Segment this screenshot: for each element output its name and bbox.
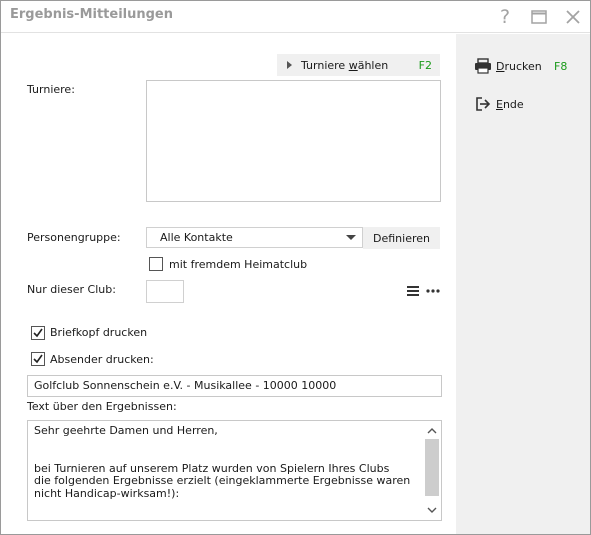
- club-input[interactable]: [146, 280, 184, 303]
- checkmark-icon: [33, 328, 43, 338]
- sender-value: Golfclub Sonnenschein e.V. - Musikallee …: [34, 379, 337, 392]
- window-title: Ergebnis-Mitteilungen: [10, 7, 174, 22]
- print-label: Drucken: [496, 59, 542, 73]
- close-button[interactable]: [560, 5, 586, 29]
- maximize-icon: [531, 10, 547, 24]
- dialog-window: Ergebnis-Mitteilungen ? Turniere wählen …: [0, 0, 591, 535]
- text-above-value: Sehr geehrte Damen und Herren, bei Turni…: [34, 424, 411, 500]
- person-group-select[interactable]: Alle Kontakte: [146, 227, 363, 248]
- exit-button[interactable]: Ende: [474, 93, 584, 115]
- help-button[interactable]: ?: [492, 5, 518, 29]
- sender-input[interactable]: Golfclub Sonnenschein e.V. - Musikallee …: [27, 375, 442, 397]
- checkmark-icon: [33, 354, 43, 364]
- exit-icon: [474, 95, 492, 113]
- list-icon: [407, 286, 419, 296]
- print-button[interactable]: Drucken F8: [474, 55, 584, 77]
- more-button[interactable]: [423, 281, 443, 301]
- letterhead-label: Briefkopf drucken: [50, 326, 148, 339]
- person-group-label: Personengruppe:: [27, 231, 121, 244]
- help-icon: ?: [499, 6, 511, 28]
- tournaments-label: Turniere:: [27, 83, 75, 96]
- chevron-up-icon[interactable]: [427, 426, 437, 436]
- tournaments-list[interactable]: [146, 80, 441, 202]
- foreign-club-label: mit fremdem Heimatclub: [169, 258, 308, 271]
- shortcut-f8: F8: [554, 59, 568, 73]
- printer-icon: [474, 57, 492, 75]
- chevron-down-icon[interactable]: [427, 505, 437, 515]
- define-button[interactable]: Definieren: [363, 227, 440, 249]
- form-area: Turniere wählen F2 Turniere: Personengru…: [1, 34, 456, 534]
- exit-label: Ende: [496, 97, 524, 111]
- sender-checkbox[interactable]: [31, 352, 45, 366]
- vertical-scrollbar[interactable]: [424, 422, 440, 519]
- select-tournaments-button[interactable]: Turniere wählen F2: [277, 54, 440, 76]
- foreign-club-checkbox[interactable]: [149, 257, 163, 271]
- action-sidebar: Drucken F8 Ende: [456, 34, 590, 534]
- text-above-textarea[interactable]: Sehr geehrte Damen und Herren, bei Turni…: [27, 420, 442, 521]
- list-button[interactable]: [403, 281, 423, 301]
- maximize-button[interactable]: [526, 5, 552, 29]
- letterhead-checkbox[interactable]: [31, 326, 45, 340]
- more-icon: [426, 289, 440, 293]
- text-above-label: Text über den Ergebnissen:: [27, 400, 177, 413]
- title-bar: Ergebnis-Mitteilungen ?: [1, 1, 590, 33]
- club-label: Nur dieser Club:: [27, 283, 116, 296]
- select-tournaments-label: Turniere wählen: [301, 58, 389, 72]
- play-arrow-icon: [287, 61, 292, 69]
- shortcut-f2: F2: [418, 58, 432, 72]
- close-icon: [566, 10, 580, 24]
- sender-label: Absender drucken:: [50, 353, 154, 366]
- person-group-value: Alle Kontakte: [160, 231, 233, 244]
- scroll-thumb[interactable]: [425, 439, 439, 496]
- chevron-down-icon: [346, 235, 356, 240]
